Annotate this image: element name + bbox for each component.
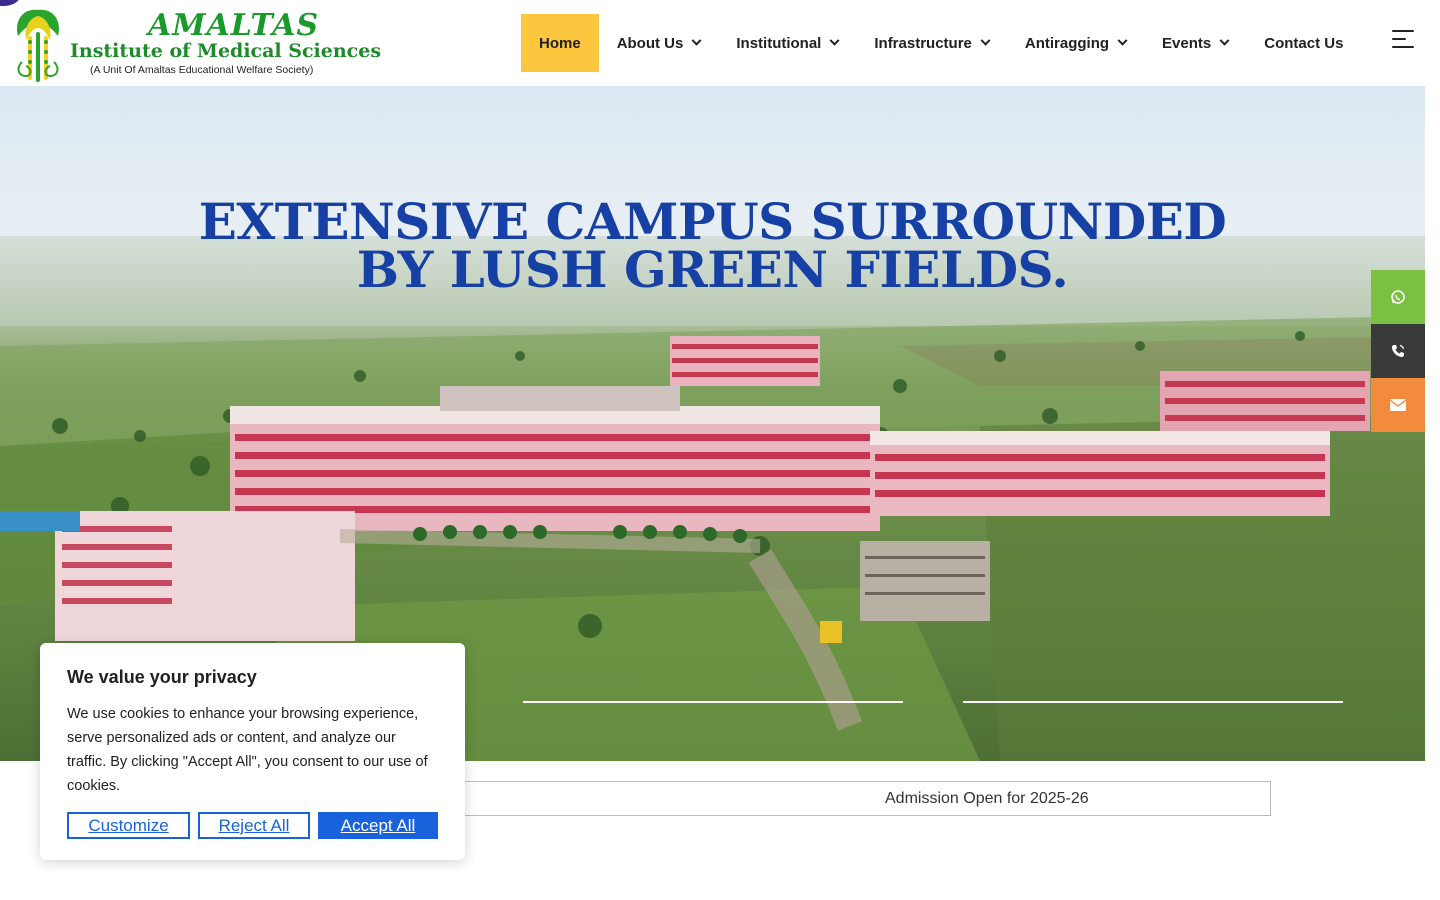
- accept-all-button[interactable]: Accept All: [318, 812, 438, 839]
- brand-subtitle: Institute of Medical Sciences: [70, 40, 382, 62]
- brand-unit-text: (A Unit Of Amaltas Educational Welfare S…: [90, 64, 314, 76]
- chevron-down-icon: [980, 35, 991, 46]
- cookie-consent-banner: We value your privacy We use cookies to …: [40, 643, 465, 860]
- main-navigation: Home About Us Institutional Infrastructu…: [521, 14, 1361, 72]
- brand-name: AMALTAS: [148, 8, 320, 43]
- phone-icon: [1392, 344, 1405, 357]
- nav-item-home[interactable]: Home: [521, 14, 599, 72]
- customize-button[interactable]: Customize: [67, 812, 190, 839]
- nav-label: Home: [539, 34, 581, 52]
- announcement-marquee[interactable]: Admission Open for 2025-26: [430, 781, 1271, 816]
- cookie-title: We value your privacy: [67, 667, 257, 687]
- nav-label: Events: [1162, 34, 1212, 52]
- slider-indicator-1[interactable]: [523, 701, 903, 703]
- hero-heading-line-2: BY LUSH GREEN FIELDS.: [356, 240, 1069, 299]
- chevron-down-icon: [1117, 35, 1128, 46]
- site-logo[interactable]: AMALTAS Institute of Medical Sciences (A…: [8, 2, 381, 84]
- cookie-description: We use cookies to enhance your browsing …: [67, 706, 428, 794]
- hamburger-menu-icon[interactable]: [1392, 30, 1416, 48]
- nav-item-about-us[interactable]: About Us: [599, 14, 719, 72]
- chevron-down-icon: [691, 35, 702, 46]
- hero-heading-line-1: EXTENSIVE CAMPUS SURROUNDED: [198, 192, 1227, 251]
- nav-label: Antiragging: [1024, 34, 1110, 52]
- reject-all-button[interactable]: Reject All: [198, 812, 310, 839]
- nav-label: Contact Us: [1264, 34, 1344, 52]
- cookie-actions: Customize Reject All Accept All: [67, 812, 438, 839]
- nav-item-antiragging[interactable]: Antiragging: [1007, 14, 1144, 72]
- nav-label: Infrastructure: [874, 34, 972, 52]
- whatsapp-icon: [1391, 290, 1405, 304]
- chevron-down-icon: [829, 35, 840, 46]
- hero-heading: EXTENSIVE CAMPUS SURROUNDED BY LUSH GREE…: [0, 192, 1425, 299]
- nav-label: Institutional: [736, 34, 822, 52]
- whatsapp-button[interactable]: [1371, 270, 1425, 324]
- amaltas-flower-emblem-icon: [16, 9, 60, 82]
- site-header: AMALTAS Institute of Medical Sciences (A…: [0, 0, 1440, 86]
- mail-icon: [1390, 399, 1406, 411]
- nav-label: About Us: [616, 34, 684, 52]
- mail-button[interactable]: [1371, 378, 1425, 432]
- nav-item-contact-us[interactable]: Contact Us: [1246, 14, 1361, 72]
- nav-item-events[interactable]: Events: [1144, 14, 1246, 72]
- announcement-text[interactable]: Admission Open for 2025-26: [885, 790, 1089, 808]
- nav-item-institutional[interactable]: Institutional: [718, 14, 856, 72]
- phone-button[interactable]: [1371, 324, 1425, 378]
- slider-indicator-2[interactable]: [963, 701, 1343, 703]
- nav-item-infrastructure[interactable]: Infrastructure: [856, 14, 1007, 72]
- chevron-down-icon: [1219, 35, 1230, 46]
